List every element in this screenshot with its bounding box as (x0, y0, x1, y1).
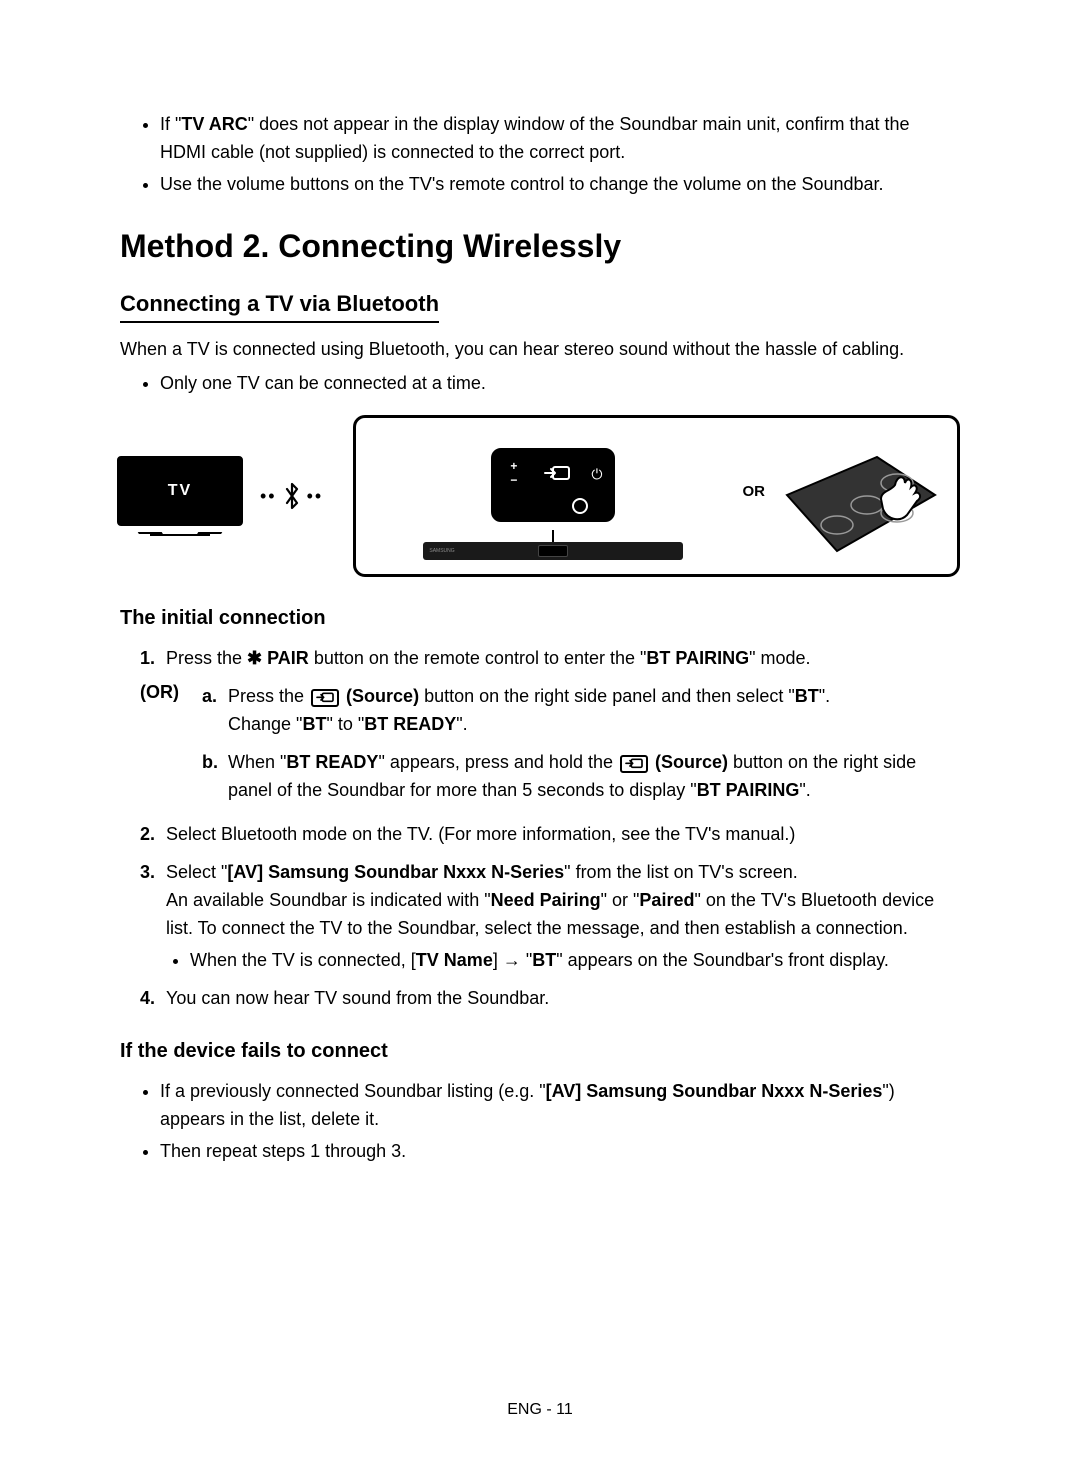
or-sub-steps: a. Press the (Source) button on the righ… (202, 682, 960, 814)
source-icon (620, 755, 648, 773)
fails-bullet-1: If a previously connected Soundbar listi… (160, 1077, 960, 1133)
method-heading: Method 2. Connecting Wirelessly (120, 228, 960, 265)
power-icon: ⏻ (591, 466, 602, 483)
bluetooth-icon: ✱ (247, 648, 262, 668)
remote-body-icon (504, 495, 602, 513)
step-3-sub: When the TV is connected, [TV Name] → "B… (190, 946, 960, 974)
step-4: You can now hear TV sound from the Sound… (140, 984, 960, 1012)
step-1a: a. Press the (Source) button on the righ… (202, 682, 960, 738)
volume-plus-icon: + (510, 459, 517, 473)
step-3: Select "[AV] Samsung Soundbar Nxxx N-Ser… (140, 858, 960, 974)
initial-connection-heading: The initial connection (120, 607, 960, 630)
steps-list: Press the ✱ PAIR button on the remote co… (120, 644, 960, 672)
page-footer: ENG - 11 (0, 1401, 1080, 1419)
soundbar-brand-label: SAMSUNG (429, 548, 454, 554)
step-2: Select Bluetooth mode on the TV. (For mo… (140, 820, 960, 848)
description-bullet: Only one TV can be connected at a time. (160, 369, 960, 397)
source-icon (311, 689, 339, 707)
description-text: When a TV is connected using Bluetooth, … (120, 335, 960, 363)
fails-heading: If the device fails to connect (120, 1040, 960, 1063)
source-icon (539, 463, 575, 485)
sub-heading: Connecting a TV via Bluetooth (120, 291, 439, 323)
soundbar-remote-illustration: + − ⏻ SAMSUNG (376, 448, 730, 560)
bluetooth-diagram: TV •• •• + − (120, 415, 960, 577)
intro-bullets: If "TV ARC" does not appear in the displ… (120, 110, 960, 198)
volume-minus-icon: − (510, 473, 517, 487)
fails-bullet-2: Then repeat steps 1 through 3. (160, 1137, 960, 1165)
steps-list-cont: Select Bluetooth mode on the TV. (For mo… (120, 820, 960, 1012)
or-label: (OR) (140, 682, 186, 814)
intro-bullet-2: Use the volume buttons on the TV's remot… (160, 170, 960, 198)
tv-illustration: TV •• •• (120, 456, 323, 536)
devices-frame: + − ⏻ SAMSUNG OR (353, 415, 960, 577)
step-1b: b. When "BT READY" appears, press and ho… (202, 748, 960, 804)
intro-bullet-1: If "TV ARC" does not appear in the displ… (160, 110, 960, 166)
fails-bullets: If a previously connected Soundbar listi… (120, 1077, 960, 1165)
soundbar-touch-illustration (777, 455, 937, 560)
step-1: Press the ✱ PAIR button on the remote co… (140, 644, 960, 672)
description-bullet-list: Only one TV can be connected at a time. (120, 369, 960, 397)
diagram-or-label: OR (743, 483, 766, 500)
tv-screen-label: TV (117, 456, 243, 526)
remote-control-closeup: + − ⏻ (491, 448, 615, 522)
soundbar-illustration: SAMSUNG (423, 542, 683, 560)
bluetooth-waves-icon: •• •• (260, 482, 323, 510)
